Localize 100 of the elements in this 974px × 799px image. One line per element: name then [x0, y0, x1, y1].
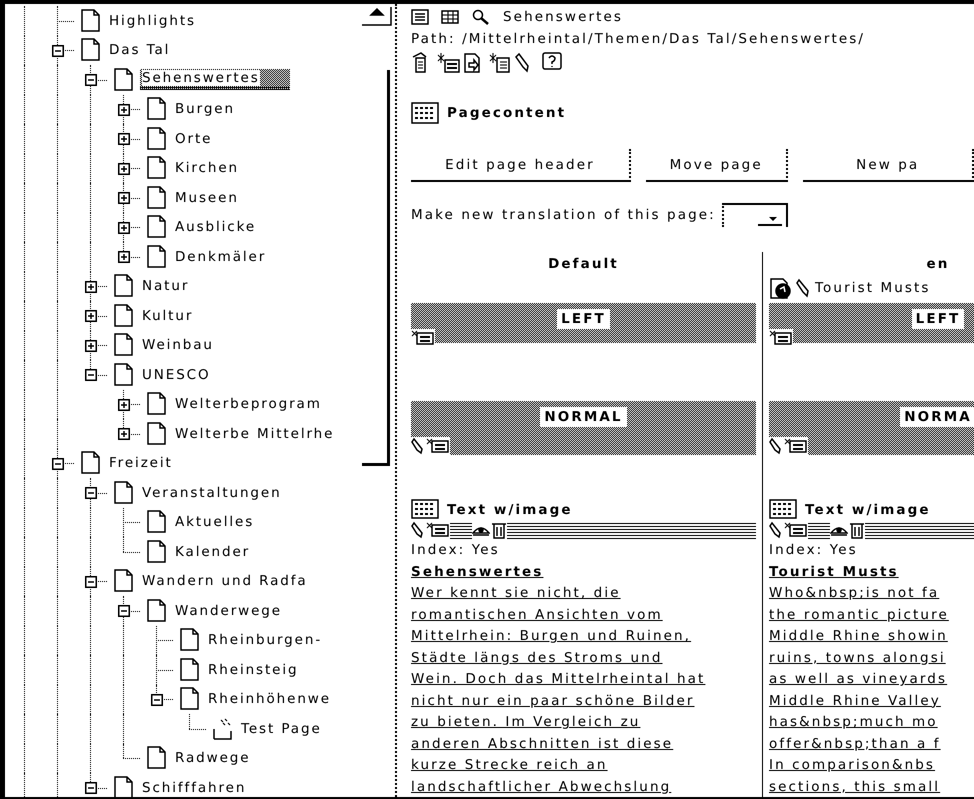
pencil-icon[interactable] — [411, 437, 425, 456]
page-icon — [114, 569, 134, 594]
tree-item[interactable]: Kalender — [173, 542, 252, 561]
expand-icon[interactable] — [118, 162, 130, 174]
sparkle-document-icon[interactable] — [437, 52, 461, 74]
index-status: Index: Yes — [769, 541, 859, 560]
collapse-icon[interactable] — [85, 576, 97, 588]
record-title: Tourist Musts — [815, 279, 931, 298]
new-record-icon[interactable] — [426, 437, 450, 454]
tree-item[interactable]: Museen — [173, 188, 241, 207]
new-record-icon[interactable] — [784, 521, 808, 538]
search-icon[interactable] — [471, 9, 491, 25]
new-record-icon[interactable] — [769, 329, 793, 346]
page-icon — [146, 598, 166, 623]
page-icon — [114, 333, 134, 358]
collapse-icon[interactable] — [85, 487, 97, 499]
tree-item[interactable]: Rheinsteig — [206, 660, 301, 679]
page-icon — [146, 746, 166, 770]
list-icon[interactable] — [411, 9, 429, 25]
tree-item[interactable]: Schifffahren — [140, 778, 248, 797]
page-icon — [180, 658, 200, 682]
page-path: Path: /Mittelrheintal/Themen/Das Tal/Sehenswertes/ — [411, 30, 866, 49]
tree-item[interactable]: Wandern und Radfa — [140, 572, 310, 590]
tree-item[interactable]: Radwege — [173, 749, 252, 768]
expand-icon[interactable] — [85, 280, 97, 292]
page-icon — [80, 8, 100, 33]
area-label: LEFT — [912, 309, 964, 330]
page-action-button[interactable]: Move page — [646, 149, 788, 182]
expand-icon[interactable] — [118, 222, 130, 234]
tree-item[interactable]: Sehenswertes — [140, 69, 290, 90]
area-label: NORMA — [900, 407, 974, 428]
collapse-icon[interactable] — [85, 74, 97, 86]
page-action-button[interactable]: New pa — [803, 149, 974, 182]
trash-icon[interactable] — [491, 521, 507, 540]
tree-item[interactable]: Rheinhöhenwe — [206, 690, 333, 708]
table-icon[interactable] — [441, 10, 459, 24]
expand-icon[interactable] — [85, 310, 97, 322]
expand-icon[interactable] — [118, 398, 130, 410]
tree-item[interactable]: Aktuelles — [173, 513, 256, 532]
area-label: NORMAL — [540, 407, 627, 428]
page-icon — [146, 540, 166, 564]
page-icon — [146, 215, 166, 240]
text-image-icon — [411, 499, 441, 522]
collapse-icon[interactable] — [85, 369, 97, 381]
page-icon — [146, 156, 166, 180]
trash-icon[interactable] — [849, 521, 865, 540]
tree-item[interactable]: Ausblicke — [173, 218, 258, 236]
language-select[interactable] — [722, 203, 788, 228]
expand-icon[interactable] — [118, 192, 130, 204]
pencil-icon[interactable] — [769, 437, 783, 456]
expand-icon[interactable] — [118, 133, 130, 145]
page-icon — [114, 274, 134, 298]
tree-item[interactable]: Denkmäler — [173, 248, 268, 266]
tree-item[interactable]: Welterbeprogram — [173, 395, 324, 414]
pencil-icon[interactable] — [796, 278, 812, 298]
tree-item[interactable]: Test Page — [239, 720, 324, 738]
tree-item[interactable]: Rheinburgen- — [206, 631, 324, 650]
content-type: Text w/image — [447, 501, 573, 520]
collapse-icon[interactable] — [85, 782, 97, 794]
collapse-icon[interactable] — [151, 694, 163, 706]
tree-item[interactable]: Burgen — [173, 100, 237, 118]
collapse-icon[interactable] — [52, 44, 64, 56]
column-heading: Default — [547, 255, 620, 274]
expand-icon[interactable] — [118, 104, 130, 116]
pencil-icon[interactable] — [411, 521, 425, 540]
page-icon — [146, 97, 166, 122]
tree-item[interactable]: Kultur — [140, 306, 196, 325]
collapse-icon[interactable] — [118, 605, 130, 617]
page-icon — [146, 186, 166, 210]
content-header: Tourist Musts — [769, 563, 900, 582]
page-icon — [114, 362, 134, 387]
page-title: Sehenswertes — [503, 8, 624, 27]
expand-icon[interactable] — [118, 428, 130, 440]
page-icon — [114, 304, 134, 328]
scroll-up-icon[interactable] — [361, 6, 393, 26]
content-icon — [411, 102, 439, 124]
tree-item[interactable]: UNESCO — [140, 366, 213, 384]
tree-item[interactable]: Freizeit — [107, 454, 175, 472]
collapse-icon[interactable] — [52, 458, 64, 470]
page-icon — [146, 422, 166, 446]
tree-item[interactable]: Das Tal — [107, 41, 172, 60]
page-icon — [180, 687, 200, 712]
new-record-icon[interactable] — [784, 437, 808, 454]
tree-item[interactable]: Veranstaltungen — [140, 484, 284, 502]
page-icon — [80, 451, 100, 476]
scrollbar-thumb[interactable] — [362, 70, 390, 466]
tree-item[interactable]: Welterbe Mittelrhe — [173, 424, 336, 443]
tree-item[interactable]: Kirchen — [173, 159, 241, 178]
tree-item[interactable]: Weinbau — [140, 336, 216, 354]
new-record-icon[interactable] — [411, 329, 435, 346]
tree-item[interactable]: Natur — [140, 277, 192, 296]
expand-icon[interactable] — [118, 251, 130, 263]
expand-icon[interactable] — [85, 340, 97, 352]
tree-item[interactable]: Wanderwege — [173, 602, 284, 620]
tree-item[interactable]: Orte — [173, 130, 214, 148]
page-action-button[interactable]: Edit page header — [411, 149, 631, 182]
stacked-document-icon[interactable] — [489, 52, 513, 74]
pencil-icon[interactable] — [769, 521, 783, 540]
new-record-icon[interactable] — [426, 521, 450, 538]
tree-item[interactable]: Highlights — [107, 12, 198, 30]
